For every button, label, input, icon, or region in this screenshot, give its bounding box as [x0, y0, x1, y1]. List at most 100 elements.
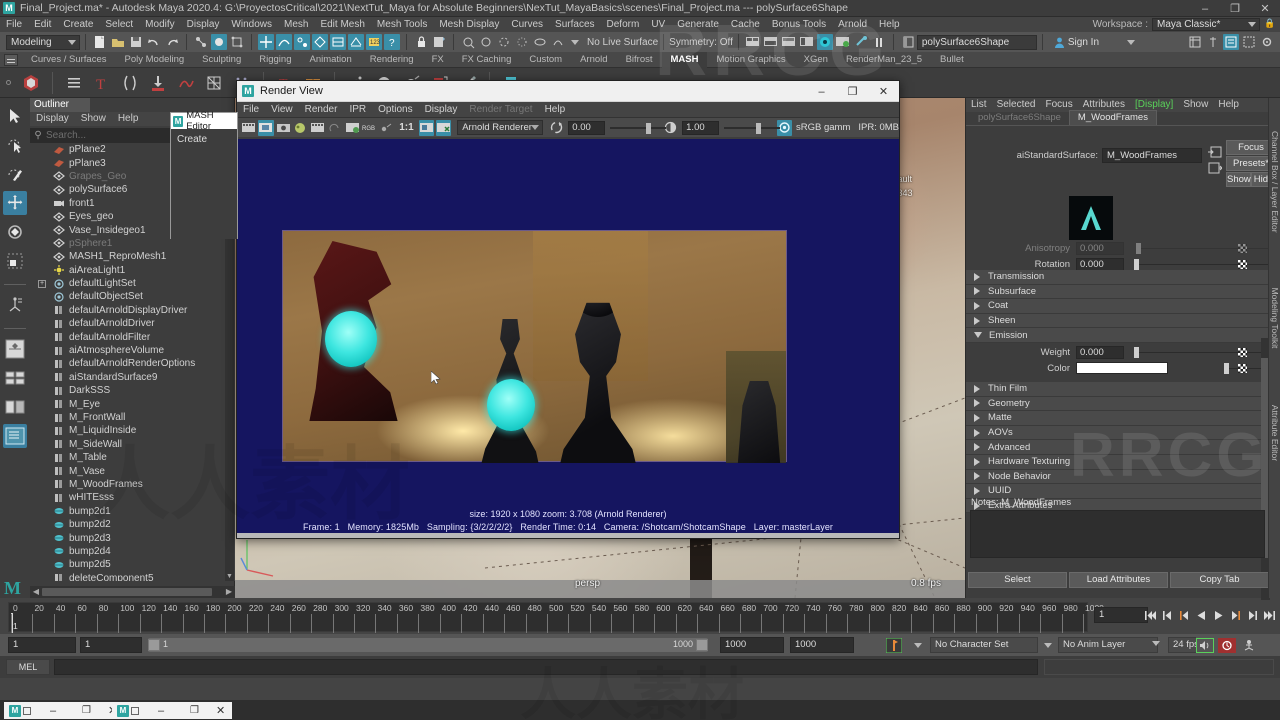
field-icon-4[interactable]: [514, 34, 530, 50]
step-forward-key-icon[interactable]: [1245, 608, 1259, 623]
select-by-hierarchy-icon[interactable]: [193, 34, 209, 50]
menu-item-display[interactable]: Display: [181, 17, 226, 32]
ae-tab-m-woodframes[interactable]: M_WoodFrames: [1068, 110, 1157, 125]
audio-icon[interactable]: [1196, 637, 1214, 653]
snap-to-projected-center-icon[interactable]: [312, 34, 328, 50]
anim-end-field[interactable]: 1000: [790, 637, 854, 653]
scroll-left-icon[interactable]: ◀: [31, 587, 41, 597]
step-back-key-icon[interactable]: [1160, 608, 1174, 623]
menu-item-file[interactable]: File: [0, 17, 28, 32]
shelf-tab-fx[interactable]: FX: [423, 52, 453, 68]
go-to-start-icon[interactable]: [1143, 608, 1157, 623]
range-handle-left[interactable]: [148, 639, 160, 651]
anim-start-field[interactable]: 1: [8, 637, 76, 653]
section-geometry[interactable]: Geometry: [966, 396, 1269, 412]
shelf-tab-rigging[interactable]: Rigging: [250, 52, 300, 68]
render-menu-render[interactable]: Render: [299, 102, 344, 118]
construction-history-icon[interactable]: [431, 34, 447, 50]
render-menu-file[interactable]: File: [237, 102, 265, 118]
shelf-tab-fx-caching[interactable]: FX Caching: [453, 52, 521, 68]
outliner-item-bump2d3[interactable]: bump2d3: [30, 531, 235, 544]
ae-menu-help[interactable]: Help: [1213, 98, 1244, 112]
display-mask-icon-4[interactable]: [799, 34, 815, 50]
render-menu-view[interactable]: View: [265, 102, 299, 118]
snap-to-curve-icon[interactable]: [276, 34, 292, 50]
outliner-item-m-eye[interactable]: M_Eye: [30, 397, 235, 410]
mash-grid-icon[interactable]: [202, 71, 226, 95]
render-menu-display[interactable]: Display: [419, 102, 464, 118]
outliner-item-bump2d1[interactable]: bump2d1: [30, 505, 235, 518]
outliner-item-defaultarnolddriver[interactable]: defaultArnoldDriver: [30, 317, 235, 330]
modeling-toolkit-icon[interactable]: [1205, 34, 1221, 50]
keep-image-icon[interactable]: [418, 119, 434, 136]
ae-menu-list[interactable]: List: [966, 98, 992, 112]
material-swatch[interactable]: [1069, 196, 1113, 240]
expand-icon[interactable]: +: [38, 279, 46, 288]
lock-selection-icon[interactable]: [413, 34, 429, 50]
character-set-dropdown[interactable]: No Character Set: [930, 637, 1038, 653]
outliner-item-m-frontwall[interactable]: M_FrontWall: [30, 411, 235, 424]
taskbar-window-2[interactable]: M – ❐ ✕: [112, 702, 232, 719]
maximize-icon[interactable]: ❐: [837, 81, 868, 102]
workspace-dropdown[interactable]: Maya Classic*: [1152, 18, 1260, 31]
select-button[interactable]: Select: [968, 572, 1067, 588]
render-view-window[interactable]: M Render View – ❐ ✕ File View Render IPR Opt…: [236, 80, 900, 539]
section-subsurface[interactable]: Subsurface: [966, 284, 1269, 300]
range-start-field[interactable]: 1: [80, 637, 142, 653]
maximize-icon[interactable]: ❐: [82, 705, 91, 716]
playblast-icon[interactable]: [1218, 637, 1236, 653]
shelf-tab-renderman-23-5[interactable]: RenderMan_23_5: [837, 52, 931, 68]
field-icon-5[interactable]: [532, 34, 548, 50]
redo-icon[interactable]: [164, 34, 180, 50]
color-slider[interactable]: [1130, 362, 1280, 375]
mash-falloff-icon[interactable]: [146, 71, 170, 95]
menu-item-mesh[interactable]: Mesh: [278, 17, 314, 32]
mash-create-item[interactable]: Create: [177, 132, 231, 147]
range-end-field[interactable]: 1000: [720, 637, 784, 653]
snapshot-icon[interactable]: [276, 120, 291, 136]
close-icon[interactable]: ✕: [216, 704, 225, 717]
menu-item-generate[interactable]: Generate: [671, 17, 725, 32]
render-sequence-icon[interactable]: [835, 34, 851, 50]
section-sheen[interactable]: Sheen: [966, 313, 1269, 329]
taskbar-window-1[interactable]: M – ❐ ✕: [4, 702, 124, 719]
open-scene-icon[interactable]: [110, 34, 126, 50]
menu-item-windows[interactable]: Windows: [225, 17, 278, 32]
play-backward-icon[interactable]: [1194, 608, 1208, 623]
render-region-icon[interactable]: [258, 119, 274, 136]
channel-box-icon[interactable]: [1187, 34, 1203, 50]
select-tool-icon[interactable]: [3, 104, 27, 128]
render-menu-options[interactable]: Options: [372, 102, 418, 118]
character-icon[interactable]: [1240, 638, 1258, 653]
color-space-label[interactable]: sRGB gamm: [796, 122, 850, 133]
ipr-render-icon[interactable]: [816, 34, 833, 50]
outliner-menu-help[interactable]: Help: [112, 112, 145, 126]
step-back-frame-icon[interactable]: [1177, 608, 1191, 623]
lasso-tool-icon[interactable]: [3, 133, 27, 157]
outliner-item-mash1-repromesh1[interactable]: MASH1_ReproMesh1: [30, 250, 235, 263]
shelf-tab-xgen[interactable]: XGen: [795, 52, 837, 68]
command-language-button[interactable]: MEL: [6, 659, 50, 675]
outliner-item-m-liquidinside[interactable]: M_LiquidInside: [30, 424, 235, 437]
toggle-panel-icon[interactable]: [900, 34, 916, 50]
side-tab-attribute-editor[interactable]: Attribute Editor: [1270, 401, 1280, 465]
four-view-layout-icon[interactable]: [3, 366, 27, 390]
shelf-tab-curves-surfaces[interactable]: Curves / Surfaces: [22, 52, 116, 68]
menu-item-curves[interactable]: Curves: [505, 17, 549, 32]
outliner-item-bump2d2[interactable]: bump2d2: [30, 518, 235, 531]
scroll-thumb[interactable]: [42, 588, 212, 596]
chevron-down-icon[interactable]: [1040, 638, 1056, 653]
display-mask-icon-3[interactable]: [781, 34, 797, 50]
outliner-item-defaultarnolddisplaydriver[interactable]: defaultArnoldDisplayDriver: [30, 304, 235, 317]
redo-render-icon[interactable]: [327, 120, 342, 136]
maximize-icon[interactable]: ❐: [1220, 0, 1250, 17]
render-sequence-icon[interactable]: [310, 120, 325, 136]
remove-image-icon[interactable]: [435, 119, 452, 136]
select-by-object-icon[interactable]: [211, 34, 227, 50]
load-attributes-button[interactable]: Load Attributes: [1069, 572, 1168, 588]
section-node-behavior[interactable]: Node Behavior: [966, 469, 1269, 485]
shelf-tab-animation[interactable]: Animation: [300, 52, 360, 68]
section-transmission[interactable]: Transmission: [966, 270, 1269, 285]
show-button[interactable]: Show: [1226, 172, 1251, 187]
play-forward-icon[interactable]: [1211, 608, 1225, 623]
